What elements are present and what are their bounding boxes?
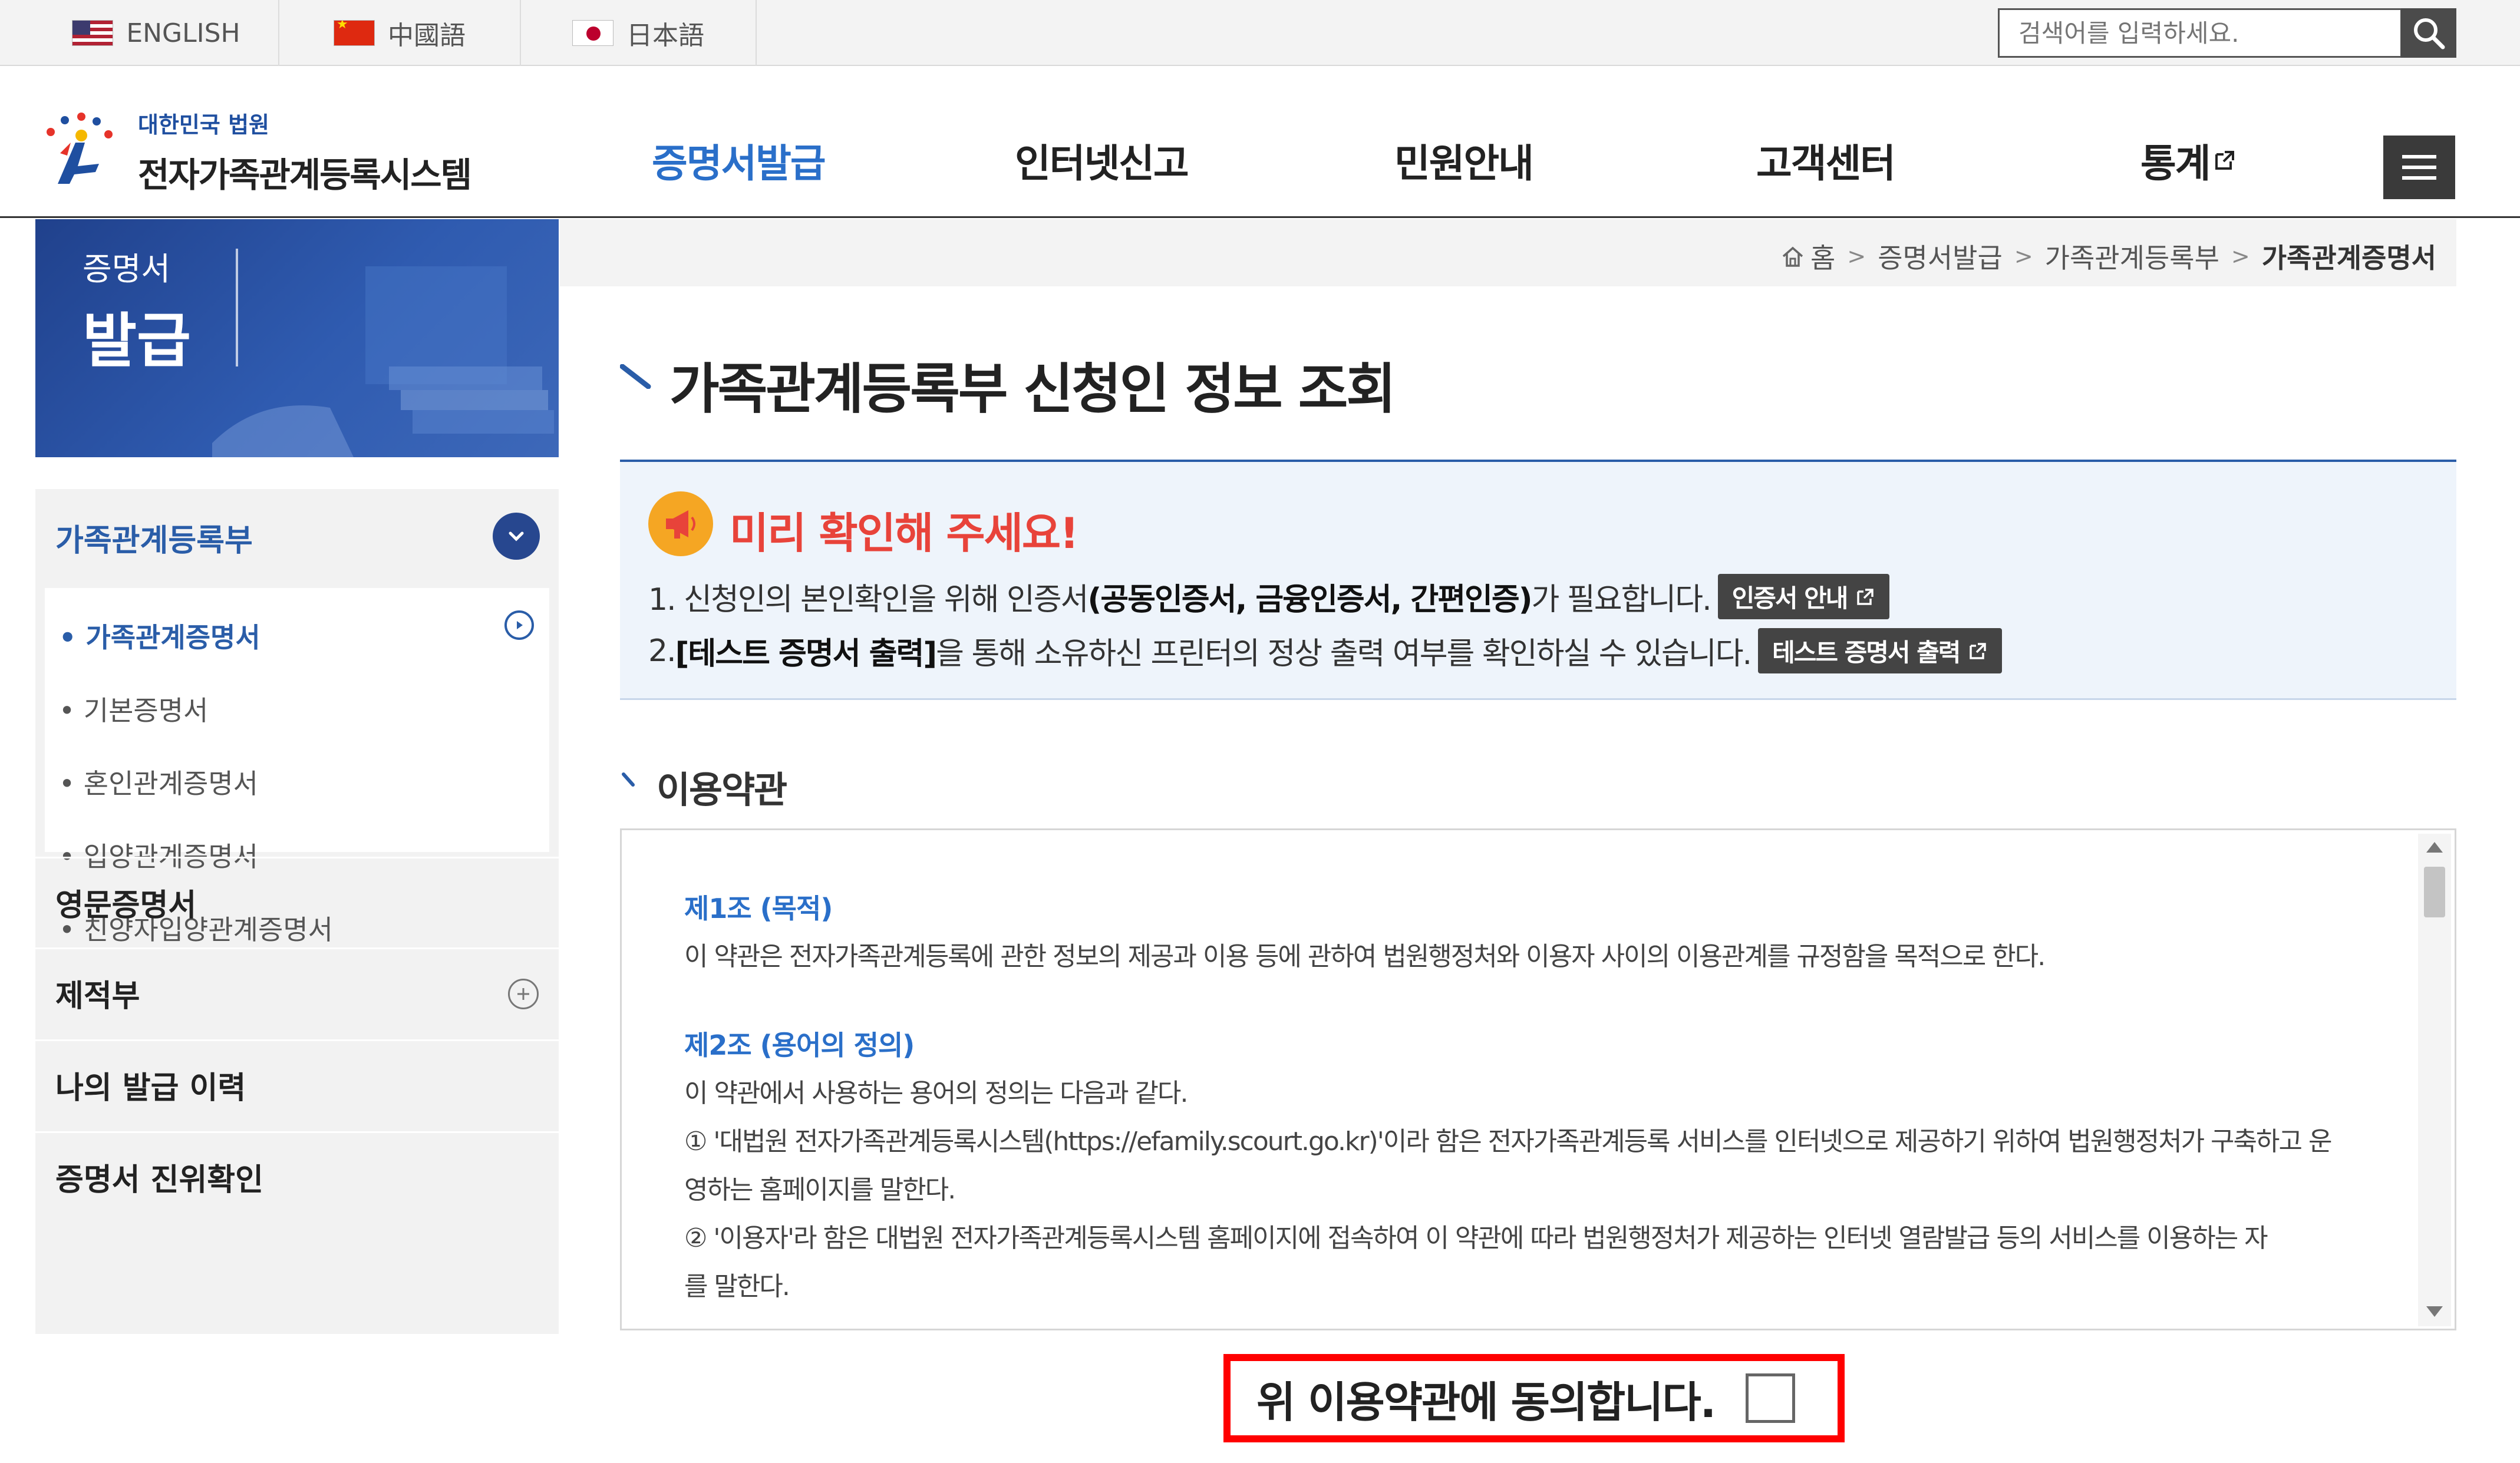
sidebar-item-basic-cert[interactable]: • 기본증명서 xyxy=(59,689,208,728)
header: 대한민국 법원 전자가족관계등록시스템 증명서발급 인터넷신고 민원안내 고객센… xyxy=(0,67,2520,218)
top-bar: ENGLISH 中國語 日本語 xyxy=(0,0,2520,66)
logo-title: 전자가족관계등록시스템 xyxy=(138,154,472,195)
us-flag-icon xyxy=(72,20,114,46)
notice-line-1: 1. 신청인의 본인확인을 위해 인증서 (공동인증서, 금융인증서, 간편인증)… xyxy=(648,574,1890,619)
nav-certificate-issue[interactable]: 증명서발급 xyxy=(652,132,826,189)
china-flag-icon xyxy=(334,20,375,46)
terms-scrollbar[interactable] xyxy=(2418,834,2451,1326)
language-japanese[interactable]: 日本語 xyxy=(521,0,757,66)
button-label: 테스트 증명서 출력 xyxy=(1772,638,1961,667)
notice-text: 2. xyxy=(648,633,677,669)
breadcrumb-current: 가족관계증명서 xyxy=(2261,242,2436,274)
notice-line-2: 2. [테스트 증명서 출력] 을 통해 소유하신 프린터의 정상 출력 여부를 … xyxy=(648,628,2003,673)
breadcrumb-separator: > xyxy=(1847,243,1866,269)
sidebar-item-removed-register[interactable]: 제적부 xyxy=(35,947,559,1037)
scroll-down-arrow-icon[interactable] xyxy=(2426,1306,2443,1317)
terms-article-2-item-2: ② '이용자'라 함은 대법원 전자가족관계등록시스템 홈페이지에 접속하여 이… xyxy=(684,1223,2268,1253)
breadcrumb-home[interactable]: 홈 xyxy=(1810,237,1835,276)
breadcrumb-bar: 홈 > 증명서발급 > 가족관계등록부 > 가족관계증명서 xyxy=(560,219,2456,286)
menu-icon-bar xyxy=(2402,155,2436,158)
court-logo-icon xyxy=(47,113,113,184)
external-link-icon xyxy=(2215,151,2235,170)
hamburger-menu-button[interactable] xyxy=(2383,136,2455,199)
sidebar-item-label: 가족관계증명서 xyxy=(85,622,260,653)
breadcrumb-certificate-issue[interactable]: 증명서발급 xyxy=(1878,237,2003,276)
nav-customer-center[interactable]: 고객센터 xyxy=(1756,132,1896,189)
test-certificate-print-button[interactable]: 테스트 증명서 출력 xyxy=(1758,628,2003,673)
language-english[interactable]: ENGLISH xyxy=(34,0,279,66)
sidebar-item-english-cert[interactable]: 영문증명서 xyxy=(35,857,559,946)
play-circle-icon xyxy=(504,610,534,640)
terms-scroll-box[interactable]: 제1조 (목적) 이 약관은 전자가족관계등록에 관한 정보의 제공과 이용 등… xyxy=(620,828,2456,1330)
sidebar-item-label: 혼인관계증명서 xyxy=(83,768,259,800)
megaphone-icon xyxy=(648,491,713,556)
logo-subtitle: 대한민국 법원 xyxy=(138,111,269,138)
button-label: 인증서 안내 xyxy=(1731,584,1849,613)
sidebar-item-marriage-cert[interactable]: • 혼인관계증명서 xyxy=(59,762,258,801)
search-icon xyxy=(2414,18,2445,49)
menu-icon-bar xyxy=(2402,176,2436,180)
language-label: 中國語 xyxy=(388,21,466,51)
terms-article-2-title: 제2조 (용어의 정의) xyxy=(684,1029,915,1061)
sidebar-item-my-issue-history[interactable]: 나의 발급 이력 xyxy=(35,1039,559,1129)
sidebar-item-cert-verification[interactable]: 증명서 진위확인 xyxy=(35,1131,559,1221)
breadcrumb-separator: > xyxy=(2231,243,2250,269)
terms-article-2-item-1: ① '대법원 전자가족관계등록시스템(https://efamily.scour… xyxy=(684,1127,2332,1157)
notice-text: 1. 신청인의 본인확인을 위해 인증서 xyxy=(648,582,1089,617)
nav-internet-report[interactable]: 인터넷신고 xyxy=(1015,132,1189,189)
scroll-up-arrow-icon[interactable] xyxy=(2426,842,2443,853)
notice-bold-text: (공동인증서, 금융인증서, 간편인증) xyxy=(1087,582,1533,617)
sidebar-item-family-relation-cert[interactable]: • 가족관계증명서 xyxy=(59,616,260,655)
language-chinese[interactable]: 中國語 xyxy=(279,0,521,66)
notice-title: 미리 확인해 주세요! xyxy=(730,508,1079,558)
terms-section-title: 이용약관 xyxy=(657,768,787,811)
language-label: 日本語 xyxy=(626,21,704,51)
nav-statistics[interactable]: 통계 xyxy=(2140,132,2237,189)
sidebar-item-label: 기본증명서 xyxy=(83,695,209,726)
japan-flag-icon xyxy=(572,20,613,46)
breadcrumb: 홈 > 증명서발급 > 가족관계등록부 > 가족관계증명서 xyxy=(1780,237,2436,276)
nav-statistics-label: 통계 xyxy=(2140,141,2211,186)
notice-box: 미리 확인해 주세요! 1. 신청인의 본인확인을 위해 인증서 (공동인증서, … xyxy=(620,462,2456,700)
plus-circle-icon[interactable] xyxy=(508,979,539,1009)
banner-illustration xyxy=(212,266,554,457)
section-accent-icon xyxy=(622,772,635,787)
notice-bold-text: [테스트 증명서 출력] xyxy=(675,636,937,672)
sidebar-section-label: 가족관계등록부 xyxy=(55,523,253,559)
sidebar-item-label: 제적부 xyxy=(55,979,140,1014)
terms-agree-box[interactable]: 위 이용약관에 동의합니다. xyxy=(1223,1354,1845,1442)
nav-civil-guide[interactable]: 민원안내 xyxy=(1394,132,1534,189)
terms-article-1-text: 이 약관은 전자가족관계등록에 관한 정보의 제공과 이용 등에 관하여 법원행… xyxy=(684,942,2046,972)
sidebar-submenu: • 가족관계증명서 • 기본증명서 • 혼인관계증명서 • 입양관계증명서 • … xyxy=(45,588,549,946)
sidebar-banner: 증명서 발급 xyxy=(35,219,559,457)
chevron-down-icon[interactable] xyxy=(493,513,540,560)
title-accent-icon xyxy=(620,364,651,389)
terms-agree-checkbox[interactable] xyxy=(1746,1373,1796,1423)
sidebar-item-label: 나의 발급 이력 xyxy=(55,1071,246,1106)
terms-article-2-intro: 이 약관에서 사용하는 용어의 정의는 다음과 같다. xyxy=(684,1078,1189,1108)
notice-text: 을 통해 소유하신 프린터의 정상 출력 여부를 확인하실 수 있습니다. xyxy=(936,636,1752,672)
certificate-guide-button[interactable]: 인증서 안내 xyxy=(1717,574,1890,619)
search-input[interactable] xyxy=(1998,8,2402,58)
sidebar-section-family-register[interactable]: 가족관계등록부 xyxy=(35,489,559,586)
terms-agree-label[interactable]: 위 이용약관에 동의합니다. xyxy=(1256,1368,1716,1429)
notice-text: 가 필요합니다. xyxy=(1531,582,1712,617)
external-link-icon xyxy=(1970,642,1987,659)
page-title: 가족관계등록부 신청인 정보 조회 xyxy=(669,358,1396,421)
breadcrumb-family-register[interactable]: 가족관계등록부 xyxy=(2045,237,2219,276)
menu-icon-bar xyxy=(2402,166,2436,169)
home-icon xyxy=(1782,246,1803,267)
terms-article-1-title: 제1조 (목적) xyxy=(684,893,833,924)
sidebar-menu: 가족관계등록부 • 가족관계증명서 • 기본증명서 • 혼인관계증명서 • 입양… xyxy=(35,489,559,1334)
scroll-thumb[interactable] xyxy=(2424,867,2445,917)
site-logo[interactable]: 대한민국 법원 전자가족관계등록시스템 xyxy=(34,101,565,202)
external-link-icon xyxy=(1857,588,1874,605)
language-label: ENGLISH xyxy=(126,18,240,48)
search-button[interactable] xyxy=(2401,8,2456,58)
sidebar-item-label: 영문증명서 xyxy=(55,888,197,923)
sidebar-item-label: 증명서 진위확인 xyxy=(55,1163,263,1198)
breadcrumb-separator: > xyxy=(2014,243,2033,269)
terms-article-2-item-1-cont: 영하는 홈페이지를 말한다. xyxy=(684,1175,956,1205)
terms-article-2-item-2-cont: 를 말한다. xyxy=(684,1272,790,1302)
